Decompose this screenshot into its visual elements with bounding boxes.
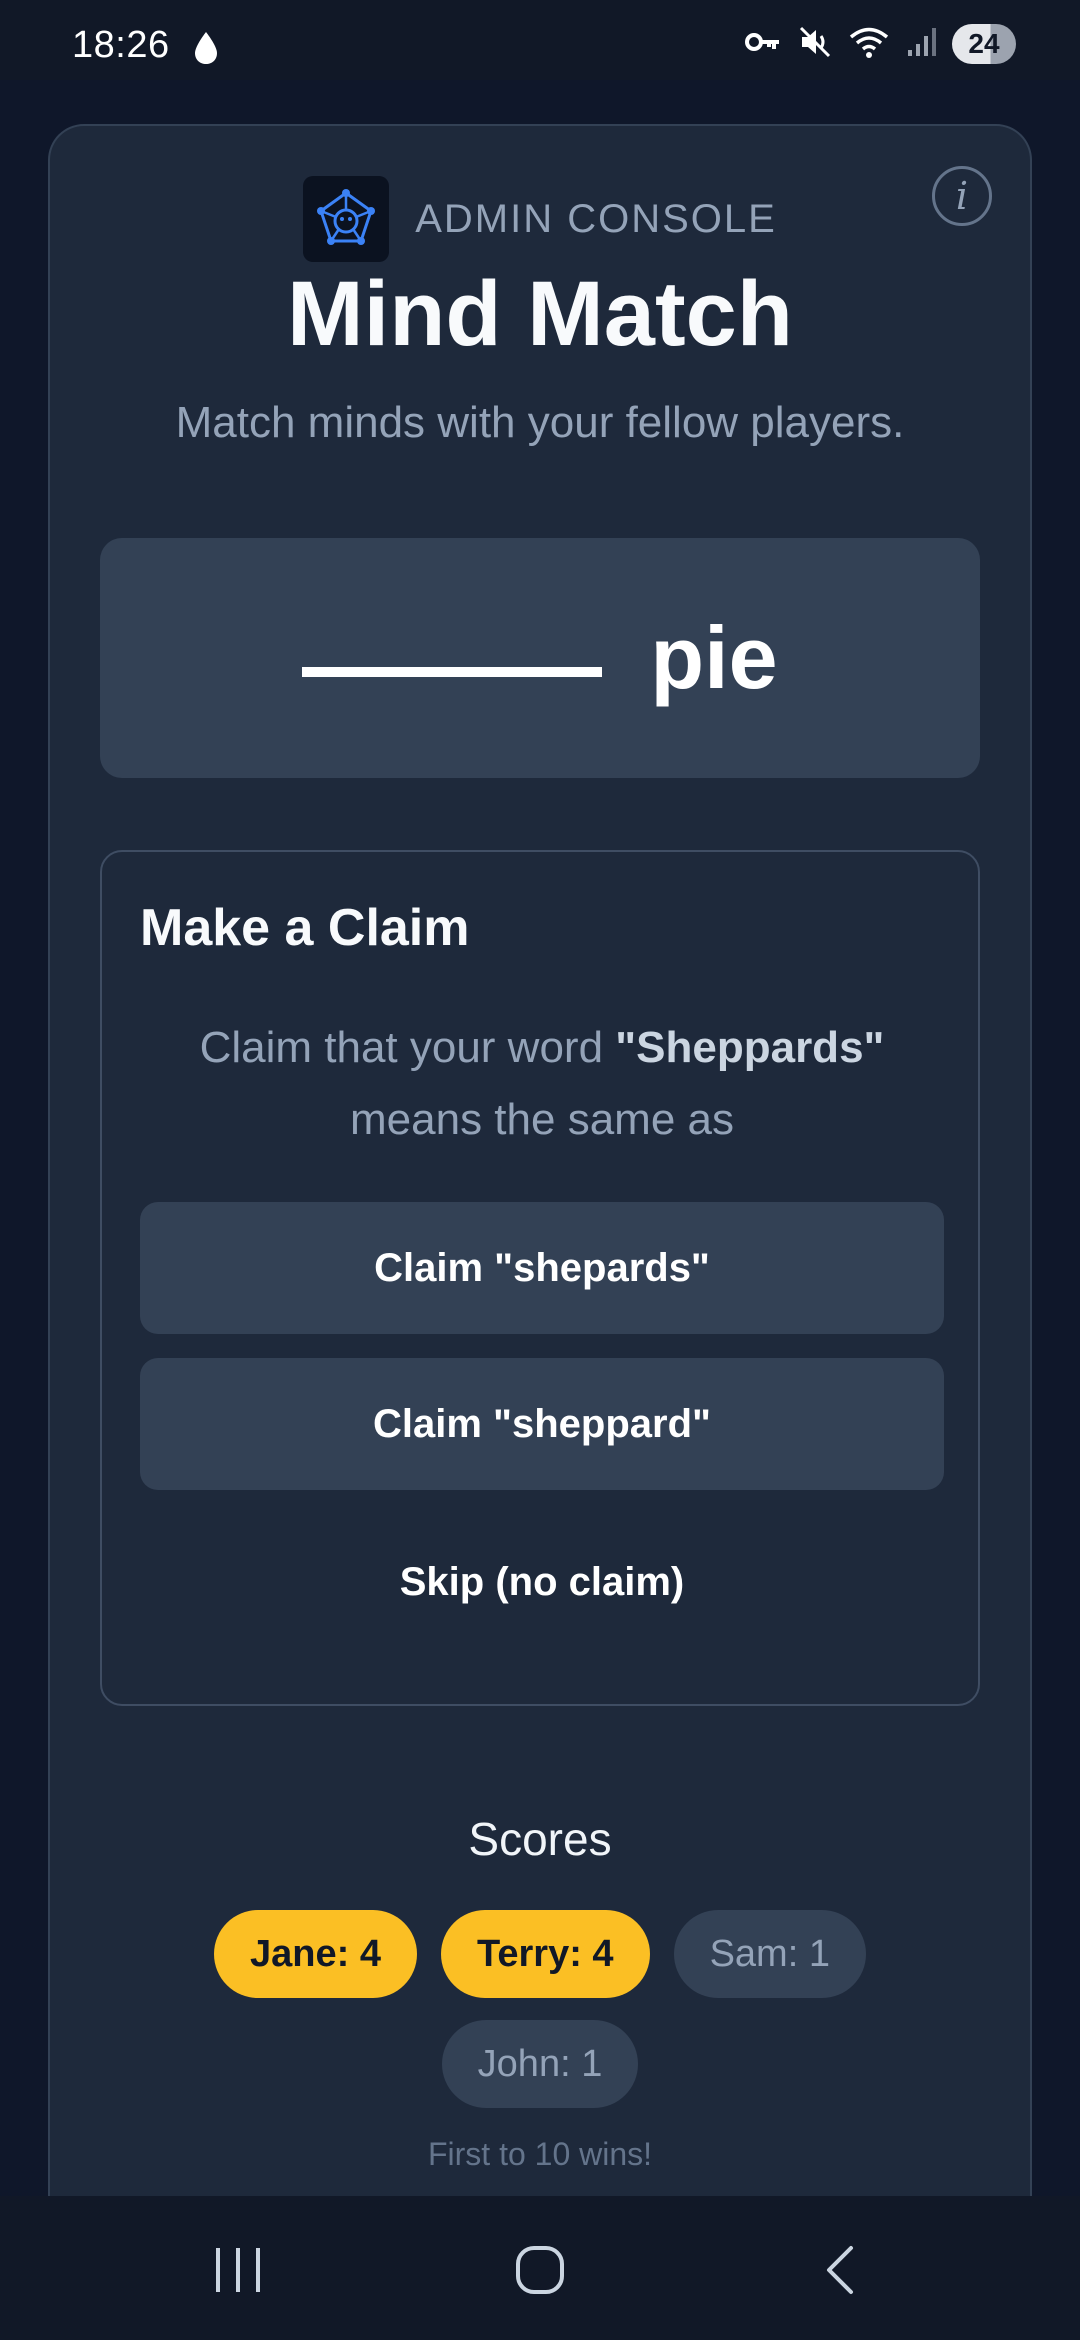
score-chip-terry: Terry: 4 — [440, 1910, 650, 1998]
battery-indicator: 24 — [952, 24, 1016, 64]
app-logo — [303, 176, 390, 262]
score-chip-jane: Jane: 4 — [214, 1910, 417, 1998]
prompt-word: pie — [650, 608, 778, 707]
claim-panel: Make a Claim Claim that your word "Shepp… — [100, 850, 980, 1706]
status-bar: 18:26 24 — [0, 0, 1080, 80]
claim-heading: Make a Claim — [140, 899, 470, 957]
home-button[interactable] — [500, 2230, 580, 2310]
claim-text-before: Claim that your word — [199, 1023, 616, 1072]
recent-apps-icon — [216, 2248, 260, 2292]
score-row: Jane: 4 Terry: 4 Sam: 1 — [50, 1910, 1030, 1998]
brand-row: ADMIN CONSOLE — [50, 176, 1030, 262]
score-chip-sam: Sam: 1 — [673, 1910, 866, 1998]
navigation-bar — [0, 2196, 1080, 2340]
mute-icon — [798, 25, 832, 64]
page-title: Mind Match — [287, 263, 793, 365]
skip-claim-button[interactable]: Skip (no claim) — [140, 1532, 944, 1632]
back-icon — [827, 2246, 853, 2294]
claim-text-after: means the same as — [350, 1095, 734, 1144]
wifi-icon — [848, 25, 890, 64]
blank-line — [302, 667, 603, 677]
network-logo-icon — [317, 189, 376, 245]
claim-option-button[interactable]: Claim "shepards" — [140, 1202, 944, 1334]
status-icons: 24 — [744, 24, 1016, 64]
win-condition-note: First to 10 wins! — [427, 2136, 653, 2172]
drop-icon — [192, 30, 220, 71]
scores-heading: Scores — [468, 1813, 612, 1865]
claim-word: "Sheppards" — [615, 1023, 885, 1072]
signal-icon — [906, 26, 936, 63]
claim-description: Claim that your word "Sheppards" means t… — [142, 1012, 942, 1156]
score-row: John: 1 — [50, 2020, 1030, 2108]
claim-option-button[interactable]: Claim "sheppard" — [140, 1358, 944, 1490]
back-button[interactable] — [802, 2230, 882, 2310]
key-icon — [744, 27, 782, 62]
prompt-box: pie — [100, 538, 980, 778]
home-icon — [516, 2246, 564, 2294]
status-time: 18:26 — [72, 24, 170, 66]
admin-console-label: ADMIN CONSOLE — [415, 196, 777, 241]
recent-apps-button[interactable] — [198, 2230, 278, 2310]
game-card: i ADMIN CONSOLE Mind Match Match minds w… — [48, 124, 1032, 2224]
score-chip-john: John: 1 — [441, 2020, 639, 2108]
page-subtitle: Match minds with your fellow players. — [175, 398, 905, 447]
